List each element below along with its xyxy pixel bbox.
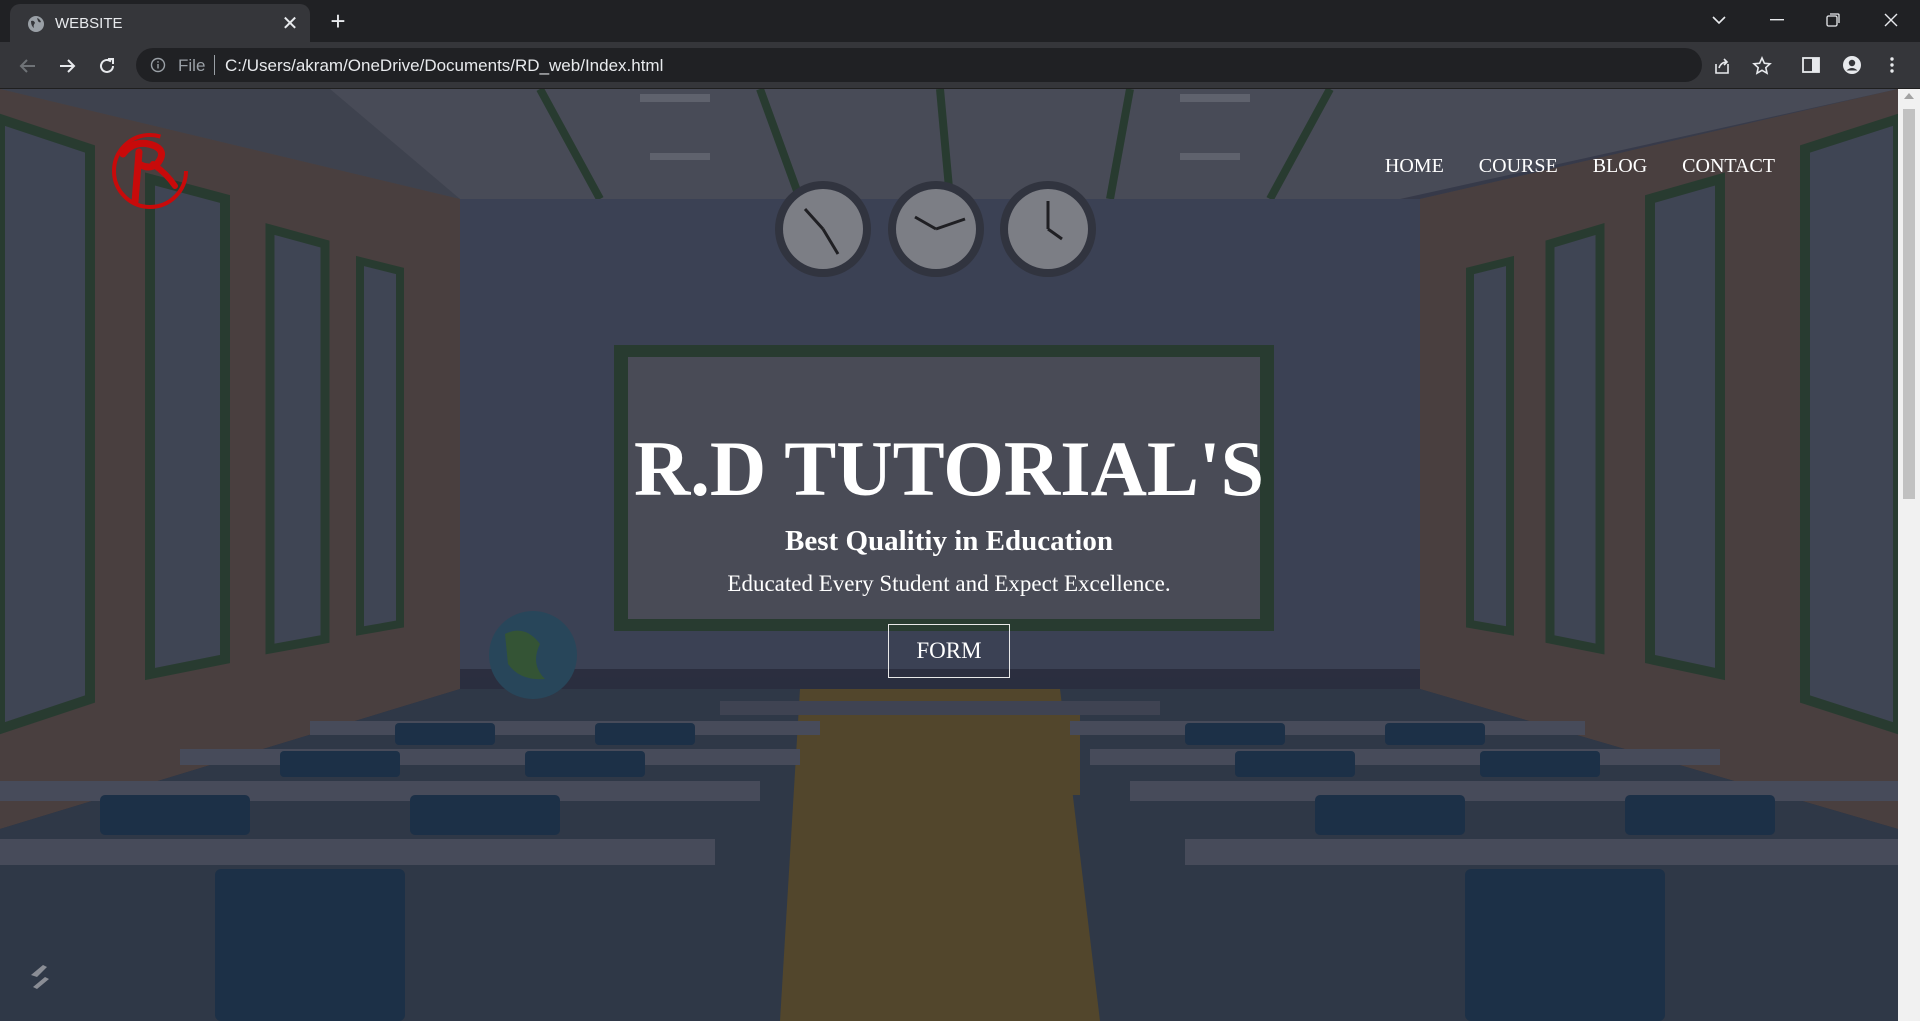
tab-search-icon[interactable] (1704, 6, 1734, 34)
reload-icon[interactable] (93, 52, 121, 80)
hero-title: R.D TUTORIAL'S (634, 425, 1264, 512)
scroll-thumb[interactable] (1903, 109, 1915, 499)
tab-close-icon[interactable]: ✕ (280, 14, 300, 34)
browser-toolbar: File C:/Users/akram/OneDrive/Documents/R… (0, 42, 1920, 89)
page-scrollbar[interactable] (1898, 89, 1920, 1021)
new-tab-button[interactable]: + (324, 8, 352, 36)
share-icon[interactable] (1712, 56, 1732, 76)
info-icon[interactable] (150, 57, 166, 73)
hero-subtitle: Best Qualitiy in Education (785, 525, 1113, 557)
scroll-up-icon[interactable] (1904, 93, 1914, 99)
address-bar[interactable]: File C:/Users/akram/OneDrive/Documents/R… (136, 48, 1772, 82)
minimize-icon[interactable] (1762, 6, 1792, 34)
side-panel-icon[interactable] (1801, 55, 1821, 75)
nav-home-link[interactable]: HOME (1385, 155, 1444, 178)
hero-tagline: Educated Every Student and Expect Excell… (727, 571, 1171, 596)
floating-widget-icon[interactable] (25, 961, 55, 991)
nav-course-link[interactable]: COURSE (1479, 155, 1558, 178)
main-nav: HOME COURSE BLOG CONTACT (1385, 155, 1775, 178)
omnibox-divider (214, 55, 215, 75)
tab-strip: WEBSITE ✕ + (0, 0, 1920, 42)
forward-icon[interactable] (53, 52, 81, 80)
back-icon[interactable] (14, 52, 42, 80)
nav-contact-link[interactable]: CONTACT (1682, 155, 1775, 178)
scheme-label: File (178, 56, 206, 75)
restore-icon[interactable] (1818, 6, 1848, 34)
page-viewport: HOME COURSE BLOG CONTACT R.D TUTORIAL'S … (0, 89, 1898, 1021)
url-text[interactable]: C:/Users/akram/OneDrive/Documents/RD_web… (225, 56, 663, 76)
globe-icon (28, 16, 44, 32)
tab-title: WEBSITE (55, 15, 123, 32)
site-logo[interactable] (105, 124, 195, 214)
profile-icon[interactable] (1842, 55, 1862, 75)
star-icon[interactable] (1752, 56, 1772, 76)
menu-icon[interactable] (1882, 55, 1902, 75)
nav-blog-link[interactable]: BLOG (1593, 155, 1647, 178)
form-button[interactable]: FORM (888, 624, 1010, 678)
close-icon[interactable] (1876, 6, 1906, 34)
browser-tab[interactable]: WEBSITE ✕ (10, 4, 310, 42)
